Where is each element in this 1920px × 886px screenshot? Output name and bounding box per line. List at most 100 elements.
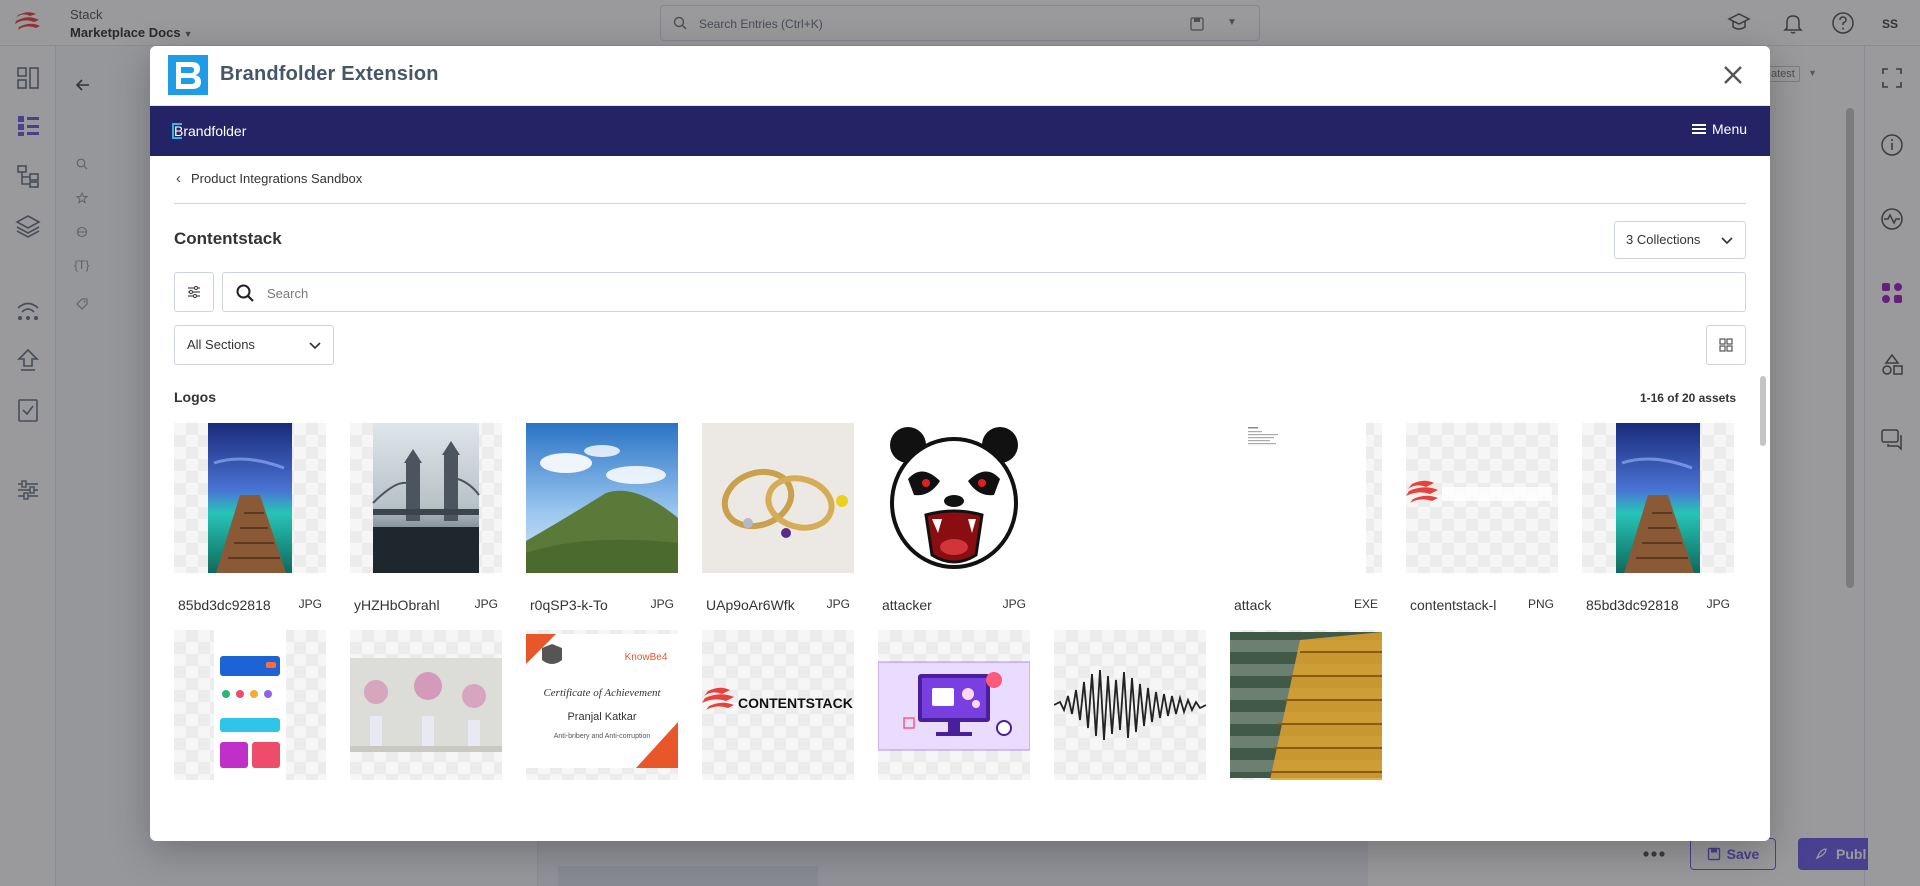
asset-name: yHZHbObrahl xyxy=(354,597,440,613)
asset-name: UAp9oAr6Wfk xyxy=(706,597,795,613)
pink-flowers-photo-icon xyxy=(350,658,502,752)
asset-meta: UAp9oAr6Wfk JPG xyxy=(702,590,854,618)
asset-thumbnail[interactable] xyxy=(878,630,1030,780)
certificate-recipient: Pranjal Katkar xyxy=(567,711,636,723)
asset-meta xyxy=(1054,590,1206,618)
asset-meta: 85bd3dc92818 JPG xyxy=(174,590,326,618)
divider xyxy=(174,203,1746,204)
pier-photo-icon xyxy=(208,423,292,573)
asset-name: r0qSP3-k-To xyxy=(530,597,608,613)
asset-card[interactable]: attack EXE xyxy=(1230,423,1382,618)
asset-card[interactable]: CONTENTSTACK xyxy=(702,630,854,780)
asset-meta: attacker JPG xyxy=(878,590,1030,618)
document-preview-icon xyxy=(1230,423,1366,573)
contentstack-logo-icon: CONTENTSTACK xyxy=(702,687,853,711)
asset-card[interactable] xyxy=(1054,423,1206,618)
chevron-left-icon: ‹ xyxy=(176,170,181,187)
brandfolder-wordmark[interactable]: Brandfolder xyxy=(172,123,246,139)
sections-label: All Sections xyxy=(187,337,255,352)
asset-thumbnail[interactable] xyxy=(1230,423,1382,573)
filter-button[interactable] xyxy=(174,272,214,312)
asset-thumbnail[interactable] xyxy=(1406,423,1558,573)
asset-card[interactable]: 85bd3dc92818 JPG xyxy=(1582,423,1734,618)
modal-title: Brandfolder Extension xyxy=(220,63,439,85)
asset-thumbnail[interactable] xyxy=(350,630,502,780)
asset-thumbnail[interactable] xyxy=(1054,630,1206,780)
asset-name: attack xyxy=(1234,597,1272,613)
close-icon[interactable] xyxy=(1720,62,1746,88)
asset-search[interactable] xyxy=(222,272,1746,312)
grid-icon xyxy=(1719,338,1733,352)
asset-type-badge: JPG xyxy=(826,597,850,611)
sections-dropdown[interactable]: All Sections xyxy=(174,325,334,365)
asset-thumbnail[interactable] xyxy=(1230,630,1382,780)
green-hill-photo-icon xyxy=(526,423,678,573)
asset-thumbnail[interactable] xyxy=(1582,423,1734,573)
asset-type-badge: JPG xyxy=(298,597,322,611)
contentstack-wordmark: CONTENTSTACK xyxy=(738,695,853,711)
brandfolder-title: Contentstack xyxy=(174,229,282,248)
asset-card[interactable] xyxy=(878,630,1030,780)
asset-thumbnail[interactable]: KnowBe4 Certificate of Achievement Pranj… xyxy=(526,630,678,780)
asset-thumbnail[interactable] xyxy=(174,423,326,573)
asset-card[interactable]: 85bd3dc92818 JPG xyxy=(174,423,326,618)
certificate-heading: Certificate of Achievement xyxy=(543,687,661,699)
asset-thumbnail[interactable] xyxy=(174,630,326,780)
grid-view-button[interactable] xyxy=(1706,325,1746,365)
brandfolder-wordmark-text: Brandfolder xyxy=(174,123,247,139)
brandfolder-navbar: Brandfolder Menu xyxy=(150,106,1770,156)
asset-card[interactable]: KnowBe4 Certificate of Achievement Pranj… xyxy=(526,630,678,780)
scrollbar[interactable] xyxy=(1760,376,1766,446)
search-input[interactable] xyxy=(267,281,1727,305)
breadcrumb[interactable]: ‹ Product Integrations Sandbox xyxy=(176,170,362,187)
tower-bridge-photo-icon xyxy=(372,423,480,573)
filter-sliders-icon xyxy=(188,285,200,299)
asset-card[interactable] xyxy=(1054,630,1206,780)
asset-meta: r0qSP3-k-To JPG xyxy=(526,590,678,618)
asset-type-badge: JPG xyxy=(650,597,674,611)
panda-illustration-icon xyxy=(890,427,1018,569)
certificate-image-icon: KnowBe4 Certificate of Achievement Pranj… xyxy=(526,634,678,768)
asset-thumbnail[interactable] xyxy=(526,423,678,573)
asset-card[interactable]: UAp9oAr6Wfk JPG xyxy=(702,423,854,618)
image-editing-illustration-icon xyxy=(878,661,1030,751)
asset-thumbnail[interactable] xyxy=(1054,423,1206,573)
asset-count: 1-16 of 20 assets xyxy=(1639,391,1736,405)
hamburger-icon xyxy=(1692,124,1706,134)
brandfolder-logo-icon xyxy=(168,55,208,95)
certificate-brand: KnowBe4 xyxy=(625,652,668,663)
asset-card[interactable]: r0qSP3-k-To JPG xyxy=(526,423,678,618)
asset-thumbnail[interactable] xyxy=(702,423,854,573)
pier-photo-icon xyxy=(1616,423,1700,573)
section-title: Logos xyxy=(174,389,216,405)
asset-name: 85bd3dc92818 xyxy=(178,597,271,613)
asset-card[interactable] xyxy=(174,630,326,780)
asset-meta: contentstack-l PNG xyxy=(1406,590,1558,618)
asset-meta: yHZHbObrahl JPG xyxy=(350,590,502,618)
asset-name: attacker xyxy=(882,597,932,613)
asset-type-badge: JPG xyxy=(474,597,498,611)
asset-name: 85bd3dc92818 xyxy=(1586,597,1679,613)
menu-button[interactable]: Menu xyxy=(1692,121,1747,137)
chevron-down-icon xyxy=(1721,237,1733,245)
asset-type-badge: JPG xyxy=(1706,597,1730,611)
asset-type-badge: PNG xyxy=(1527,597,1554,611)
certificate-course: Anti-bribery and Anti-corruption xyxy=(554,733,651,740)
asset-card[interactable] xyxy=(1230,630,1382,780)
chevron-down-icon xyxy=(309,342,321,350)
asset-meta: 85bd3dc92818 JPG xyxy=(1582,590,1734,618)
asset-card[interactable]: yHZHbObrahl JPG xyxy=(350,423,502,618)
asset-type-badge: JPG xyxy=(1002,597,1026,611)
mobile-app-screenshot-icon xyxy=(214,630,286,780)
brandfolder-extension-modal: Brandfolder Extension Brandfolder Menu ‹… xyxy=(150,46,1770,841)
asset-type-badge: EXE xyxy=(1353,597,1378,611)
contentstack-logo-faded-icon xyxy=(1406,480,1552,503)
asset-thumbnail[interactable] xyxy=(350,423,502,573)
menu-label: Menu xyxy=(1712,121,1748,137)
collections-dropdown[interactable]: 3 Collections xyxy=(1614,221,1746,259)
asset-card[interactable] xyxy=(350,630,502,780)
asset-card[interactable]: contentstack-l PNG xyxy=(1406,423,1558,618)
asset-thumbnail[interactable]: CONTENTSTACK xyxy=(702,630,854,780)
asset-card[interactable]: attacker JPG xyxy=(878,423,1030,618)
asset-thumbnail[interactable] xyxy=(878,423,1030,573)
